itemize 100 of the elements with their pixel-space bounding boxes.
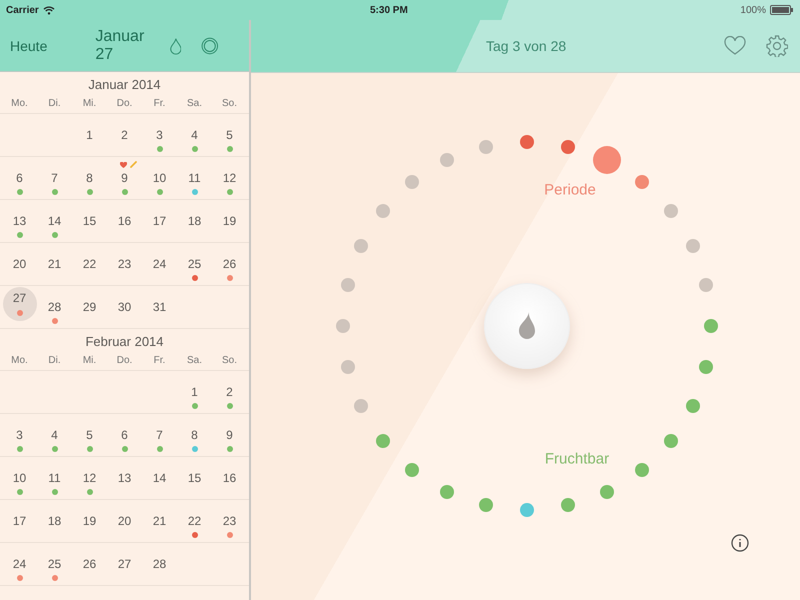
day-number[interactable]: 21 [142, 511, 176, 531]
pencil-icon [130, 161, 137, 168]
day-number[interactable]: 2 [212, 382, 246, 402]
day-number[interactable]: 1 [72, 125, 106, 145]
day-number[interactable]: 23 [108, 254, 142, 274]
cycle-dot[interactable] [354, 239, 368, 254]
info-icon[interactable] [731, 534, 749, 552]
day-number[interactable]: 9 [108, 168, 142, 188]
day-number[interactable]: 5 [212, 125, 246, 145]
day-number[interactable]: 17 [142, 211, 176, 231]
day-number[interactable]: 6 [108, 425, 142, 445]
day-number[interactable]: 18 [38, 511, 72, 531]
weekday-label: Mi. [82, 98, 98, 109]
day-number[interactable]: 19 [72, 511, 106, 531]
cycle-dot[interactable] [376, 204, 390, 218]
cycle-dot[interactable] [686, 239, 700, 254]
cycle-dot[interactable] [634, 175, 649, 190]
day-number[interactable]: 4 [178, 125, 212, 145]
today-button[interactable]: Heute [10, 38, 48, 54]
weekday-label: So. [220, 355, 238, 366]
weekday-label: Mi. [82, 355, 98, 366]
cycle-dot[interactable] [405, 462, 420, 477]
day-number[interactable]: 6 [2, 168, 36, 188]
day-number[interactable]: 12 [72, 468, 106, 488]
day-number[interactable]: 14 [142, 468, 176, 488]
cycle-dot[interactable] [560, 498, 575, 512]
day-number[interactable]: 7 [142, 425, 176, 445]
day-number[interactable]: 9 [212, 425, 246, 445]
day-number[interactable]: 12 [212, 168, 246, 188]
cycle-dot[interactable] [479, 498, 494, 512]
day-number[interactable]: 11 [38, 468, 72, 488]
day-number[interactable]: 1 [178, 382, 212, 402]
day-number[interactable]: 13 [2, 211, 36, 231]
cycle-dot[interactable] [405, 175, 420, 190]
day-number[interactable]: 3 [2, 425, 36, 445]
day-number[interactable]: 7 [38, 168, 72, 188]
day-number[interactable]: 20 [108, 511, 142, 531]
day-number[interactable]: 16 [212, 468, 246, 488]
cycle-dot[interactable] [664, 434, 678, 448]
cycle-dot[interactable] [600, 484, 614, 499]
cycle-dot[interactable] [340, 360, 355, 374]
day-number[interactable]: 26 [212, 254, 246, 274]
day-number[interactable]: 28 [38, 297, 72, 317]
day-number[interactable]: 31 [142, 297, 176, 317]
day-number[interactable]: 19 [212, 211, 246, 231]
day-number[interactable]: 21 [38, 254, 72, 274]
day-number[interactable]: 27 [108, 554, 142, 574]
cycle-dot[interactable] [354, 398, 368, 413]
day-number[interactable]: 22 [178, 511, 212, 531]
day-number[interactable]: 10 [142, 168, 176, 188]
settings-icon[interactable] [766, 35, 788, 57]
cycle-dot[interactable] [440, 153, 454, 168]
day-number[interactable]: 5 [72, 425, 106, 445]
day-number[interactable]: 25 [38, 554, 72, 574]
cycle-dot[interactable] [699, 278, 714, 292]
day-number[interactable]: 16 [108, 211, 142, 231]
day-number[interactable]: 13 [108, 468, 142, 488]
cycle-dot[interactable] [704, 319, 718, 333]
cycle-dot[interactable] [479, 140, 494, 154]
day-number[interactable]: 27 [2, 287, 36, 321]
day-number[interactable]: 2 [108, 125, 142, 145]
day-number[interactable]: 25 [178, 254, 212, 274]
day-number[interactable]: 30 [108, 297, 142, 317]
day-number[interactable]: 20 [2, 254, 36, 274]
day-number[interactable]: 26 [72, 554, 106, 574]
cycle-dot[interactable] [440, 484, 454, 499]
cycle-dot[interactable] [340, 278, 355, 292]
day-number[interactable]: 28 [142, 554, 176, 574]
day-number[interactable]: 4 [38, 425, 72, 445]
day-number[interactable]: 14 [38, 211, 72, 231]
cycle-dot[interactable] [699, 360, 714, 374]
cycle-dot[interactable] [634, 462, 649, 477]
day-number[interactable]: 8 [178, 425, 212, 445]
cycle-dot[interactable] [686, 398, 700, 413]
cycle-dot[interactable] [336, 319, 350, 333]
cycle-dot[interactable] [592, 146, 621, 174]
cycle-dot[interactable] [664, 204, 678, 218]
cycle-dot[interactable] [520, 135, 534, 149]
heart-icon[interactable] [724, 36, 746, 56]
day-number[interactable]: 22 [72, 254, 106, 274]
day-number[interactable]: 18 [178, 211, 212, 231]
day-number[interactable]: 29 [72, 297, 106, 317]
day-number[interactable]: 23 [212, 511, 246, 531]
weekday-label: Fr. [152, 98, 166, 109]
day-number[interactable]: 24 [2, 554, 36, 574]
cycle-dot[interactable] [560, 140, 575, 154]
weekday-label: Sa. [186, 98, 203, 109]
day-number[interactable]: 15 [178, 468, 212, 488]
cycle-dot[interactable] [520, 503, 534, 517]
day-number[interactable]: 17 [2, 511, 36, 531]
day-number[interactable]: 3 [142, 125, 176, 145]
period-label: Periode [544, 182, 596, 198]
wifi-icon [42, 6, 55, 14]
day-number[interactable]: 11 [178, 168, 212, 188]
cycle-dot[interactable] [376, 434, 390, 448]
day-number[interactable]: 10 [2, 468, 36, 488]
day-number[interactable]: 8 [72, 168, 106, 188]
weekday-label: Do. [116, 98, 134, 109]
day-number[interactable]: 24 [142, 254, 176, 274]
day-number[interactable]: 15 [72, 211, 106, 231]
